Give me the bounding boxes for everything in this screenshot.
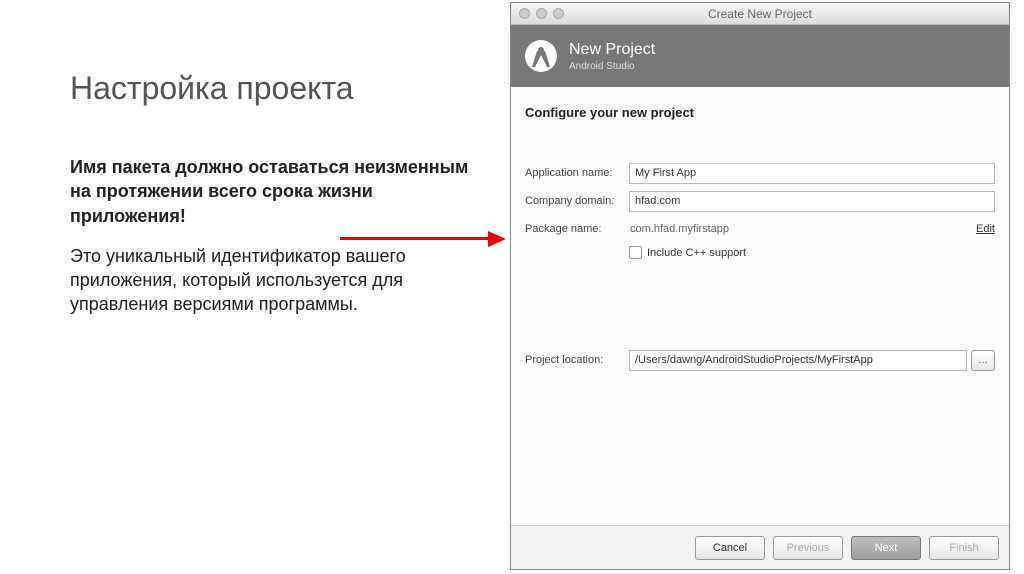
package-name-label: Package name: bbox=[525, 223, 629, 235]
header-text: New Project Android Studio bbox=[569, 41, 655, 72]
project-location-label: Project location: bbox=[525, 354, 629, 366]
arrow-line bbox=[340, 237, 490, 240]
company-domain-label: Company domain: bbox=[525, 195, 629, 207]
zoom-window-button[interactable] bbox=[553, 8, 564, 19]
text-column: Настройка проекта Имя пакета должно оста… bbox=[70, 70, 470, 317]
traffic-lights bbox=[519, 8, 564, 19]
application-name-label: Application name: bbox=[525, 167, 629, 179]
previous-button[interactable]: Previous bbox=[773, 536, 843, 560]
arrow-head-icon bbox=[488, 231, 506, 247]
description-paragraph: Это уникальный идентификатор вашего прил… bbox=[70, 244, 470, 317]
callout-arrow bbox=[340, 232, 510, 246]
close-window-button[interactable] bbox=[519, 8, 530, 19]
slide-root: Настройка проекта Имя пакета должно оста… bbox=[0, 0, 1024, 574]
minimize-window-button[interactable] bbox=[536, 8, 547, 19]
next-button[interactable]: Next bbox=[851, 536, 921, 560]
application-name-row: Application name: bbox=[525, 162, 995, 184]
dialog-body: Configure your new project Application n… bbox=[511, 87, 1009, 525]
package-name-row: Package name: com.hfad.myfirstapp Edit bbox=[525, 218, 995, 240]
dialog-button-bar: Cancel Previous Next Finish bbox=[511, 525, 1009, 569]
project-location-row: Project location: … bbox=[525, 349, 995, 371]
create-project-dialog: Create New Project New Project Android S… bbox=[510, 2, 1010, 570]
project-location-input[interactable] bbox=[629, 350, 967, 371]
bold-paragraph: Имя пакета должно оставаться неизменным … bbox=[70, 155, 470, 228]
window-title: Create New Project bbox=[511, 7, 1009, 21]
edit-package-link[interactable]: Edit bbox=[976, 223, 995, 235]
cancel-button[interactable]: Cancel bbox=[695, 536, 765, 560]
slide-title: Настройка проекта bbox=[70, 70, 470, 107]
finish-button[interactable]: Finish bbox=[929, 536, 999, 560]
application-name-input[interactable] bbox=[629, 163, 995, 184]
header-subtitle: Android Studio bbox=[569, 61, 655, 72]
configure-heading: Configure your new project bbox=[525, 105, 995, 120]
company-domain-input[interactable] bbox=[629, 191, 995, 212]
cpp-support-label: Include C++ support bbox=[647, 247, 746, 259]
company-domain-row: Company domain: bbox=[525, 190, 995, 212]
cpp-support-checkbox[interactable] bbox=[629, 246, 642, 259]
cpp-support-row: Include C++ support bbox=[629, 246, 995, 259]
dialog-header: New Project Android Studio bbox=[511, 25, 1009, 87]
android-studio-logo-icon bbox=[523, 38, 559, 74]
package-name-value: com.hfad.myfirstapp bbox=[629, 223, 970, 235]
header-title: New Project bbox=[569, 41, 655, 59]
browse-location-button[interactable]: … bbox=[971, 350, 995, 371]
spacer bbox=[525, 259, 995, 349]
window-titlebar: Create New Project bbox=[511, 3, 1009, 25]
